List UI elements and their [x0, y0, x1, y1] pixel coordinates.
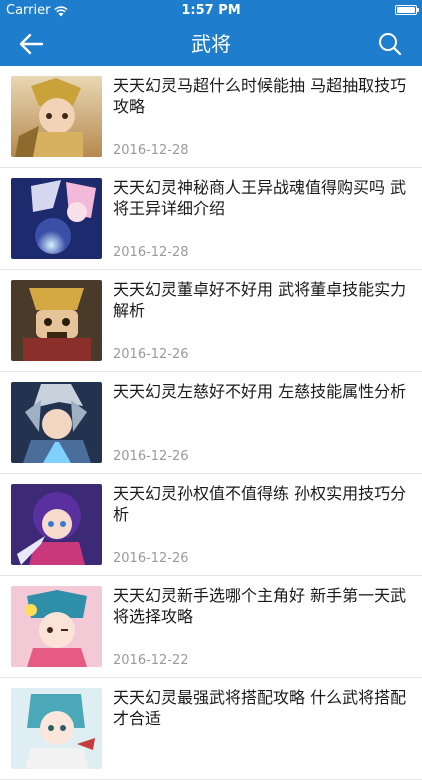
back-button[interactable] [16, 30, 46, 58]
article-title: 天天幻灵左慈好不好用 左慈技能属性分析 [113, 382, 407, 401]
battery-indicator [395, 5, 419, 15]
article-date: 2016-12-26 [113, 551, 189, 566]
article-thumbnail [11, 280, 102, 361]
article-item[interactable]: 天天幻灵马超什么时候能抽 马超抽取技巧攻略 2016-12-28 [0, 66, 422, 168]
arrow-left-icon [19, 33, 44, 55]
article-thumbnail [11, 178, 102, 259]
article-thumbnail [11, 382, 102, 463]
article-item[interactable]: 天天幻灵最强武将搭配攻略 什么武将搭配才合适 [0, 678, 422, 780]
article-title: 天天幻灵马超什么时候能抽 马超抽取技巧攻略 [113, 76, 407, 116]
search-icon [379, 33, 402, 56]
article-title: 天天幻灵孙权值不值得练 孙权实用技巧分析 [113, 484, 407, 524]
article-title: 天天幻灵神秘商人王异战魂值得购买吗 武将王异详细介绍 [113, 178, 407, 218]
article-item[interactable]: 天天幻灵孙权值不值得练 孙权实用技巧分析 2016-12-26 [0, 474, 422, 576]
article-date: 2016-12-22 [113, 653, 189, 668]
article-date: 2016-12-26 [113, 449, 189, 464]
search-button[interactable] [376, 30, 404, 58]
article-thumbnail [11, 688, 102, 769]
battery-icon [395, 5, 419, 15]
article-title: 天天幻灵董卓好不好用 武将董卓技能实力解析 [113, 280, 407, 320]
battery-level [397, 7, 415, 13]
page-title: 武将 [191, 32, 231, 56]
article-item[interactable]: 天天幻灵新手选哪个主角好 新手第一天武将选择攻略 2016-12-22 [0, 576, 422, 678]
article-date: 2016-12-28 [113, 143, 189, 158]
article-item[interactable]: 天天幻灵神秘商人王异战魂值得购买吗 武将王异详细介绍 2016-12-28 [0, 168, 422, 270]
article-thumbnail [11, 76, 102, 157]
article-title: 天天幻灵最强武将搭配攻略 什么武将搭配才合适 [113, 688, 407, 728]
article-date: 2016-12-28 [113, 245, 189, 260]
status-bar: Carrier 1:57 PM [0, 0, 422, 22]
article-item[interactable]: 天天幻灵左慈好不好用 左慈技能属性分析 2016-12-26 [0, 372, 422, 474]
article-date: 2016-12-26 [113, 347, 189, 362]
article-thumbnail [11, 586, 102, 667]
article-thumbnail [11, 484, 102, 565]
status-time: 1:57 PM [181, 3, 241, 18]
article-list: 天天幻灵马超什么时候能抽 马超抽取技巧攻略 2016-12-28 天天幻灵神秘商人王… [0, 66, 422, 780]
article-title: 天天幻灵新手选哪个主角好 新手第一天武将选择攻略 [113, 586, 407, 626]
navigation-bar: 武将 [0, 22, 422, 66]
article-item[interactable]: 天天幻灵董卓好不好用 武将董卓技能实力解析 2016-12-26 [0, 270, 422, 372]
